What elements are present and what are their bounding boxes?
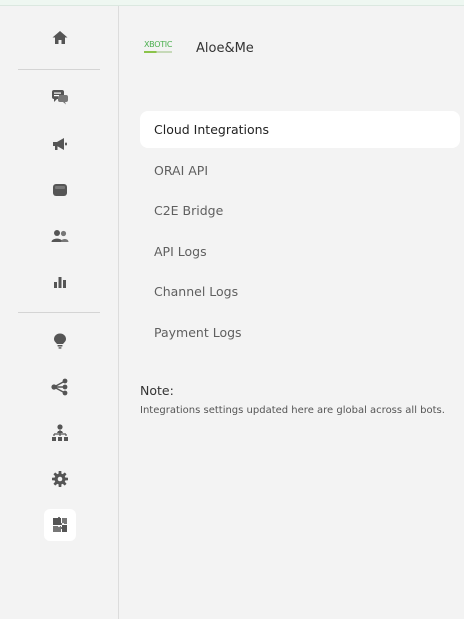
brand-logo-text: XBOTIC xyxy=(144,40,173,49)
note-text: Integrations settings updated here are g… xyxy=(140,405,445,416)
sidebar-divider xyxy=(18,69,100,70)
brand-logo: XBOTIC xyxy=(144,40,176,56)
chat-icon[interactable] xyxy=(44,81,76,113)
gear-icon[interactable] xyxy=(44,463,76,495)
integrations-menu: Cloud Integrations ORAI API C2E Bridge A… xyxy=(140,111,460,354)
sidebar-divider xyxy=(18,312,100,313)
share-nodes-icon[interactable] xyxy=(44,371,76,403)
hierarchy-icon[interactable] xyxy=(44,417,76,449)
menu-item-c2e-bridge[interactable]: C2E Bridge xyxy=(140,192,460,229)
megaphone-icon[interactable] xyxy=(44,128,76,160)
menu-item-channel-logs[interactable]: Channel Logs xyxy=(140,273,460,310)
menu-item-orai-api[interactable]: ORAI API xyxy=(140,152,460,189)
brand-name: Aloe&Me xyxy=(196,40,254,56)
contact-card-icon[interactable] xyxy=(44,174,76,206)
lightbulb-icon[interactable] xyxy=(44,325,76,357)
sidebar xyxy=(0,6,119,619)
brand-logo-underline xyxy=(144,51,172,53)
note-section: Note: Integrations settings updated here… xyxy=(140,383,460,416)
menu-item-cloud-integrations[interactable]: Cloud Integrations xyxy=(140,111,460,148)
bar-chart-icon[interactable] xyxy=(44,266,76,298)
brand-header: XBOTIC Aloe&Me xyxy=(144,40,254,56)
puzzle-icon[interactable] xyxy=(44,509,76,541)
main-panel: XBOTIC Aloe&Me Cloud Integrations ORAI A… xyxy=(120,6,464,619)
menu-item-payment-logs[interactable]: Payment Logs xyxy=(140,314,460,351)
users-icon[interactable] xyxy=(44,220,76,252)
menu-item-api-logs[interactable]: API Logs xyxy=(140,233,460,270)
note-title: Note: xyxy=(140,383,174,398)
home-icon[interactable] xyxy=(44,22,76,54)
